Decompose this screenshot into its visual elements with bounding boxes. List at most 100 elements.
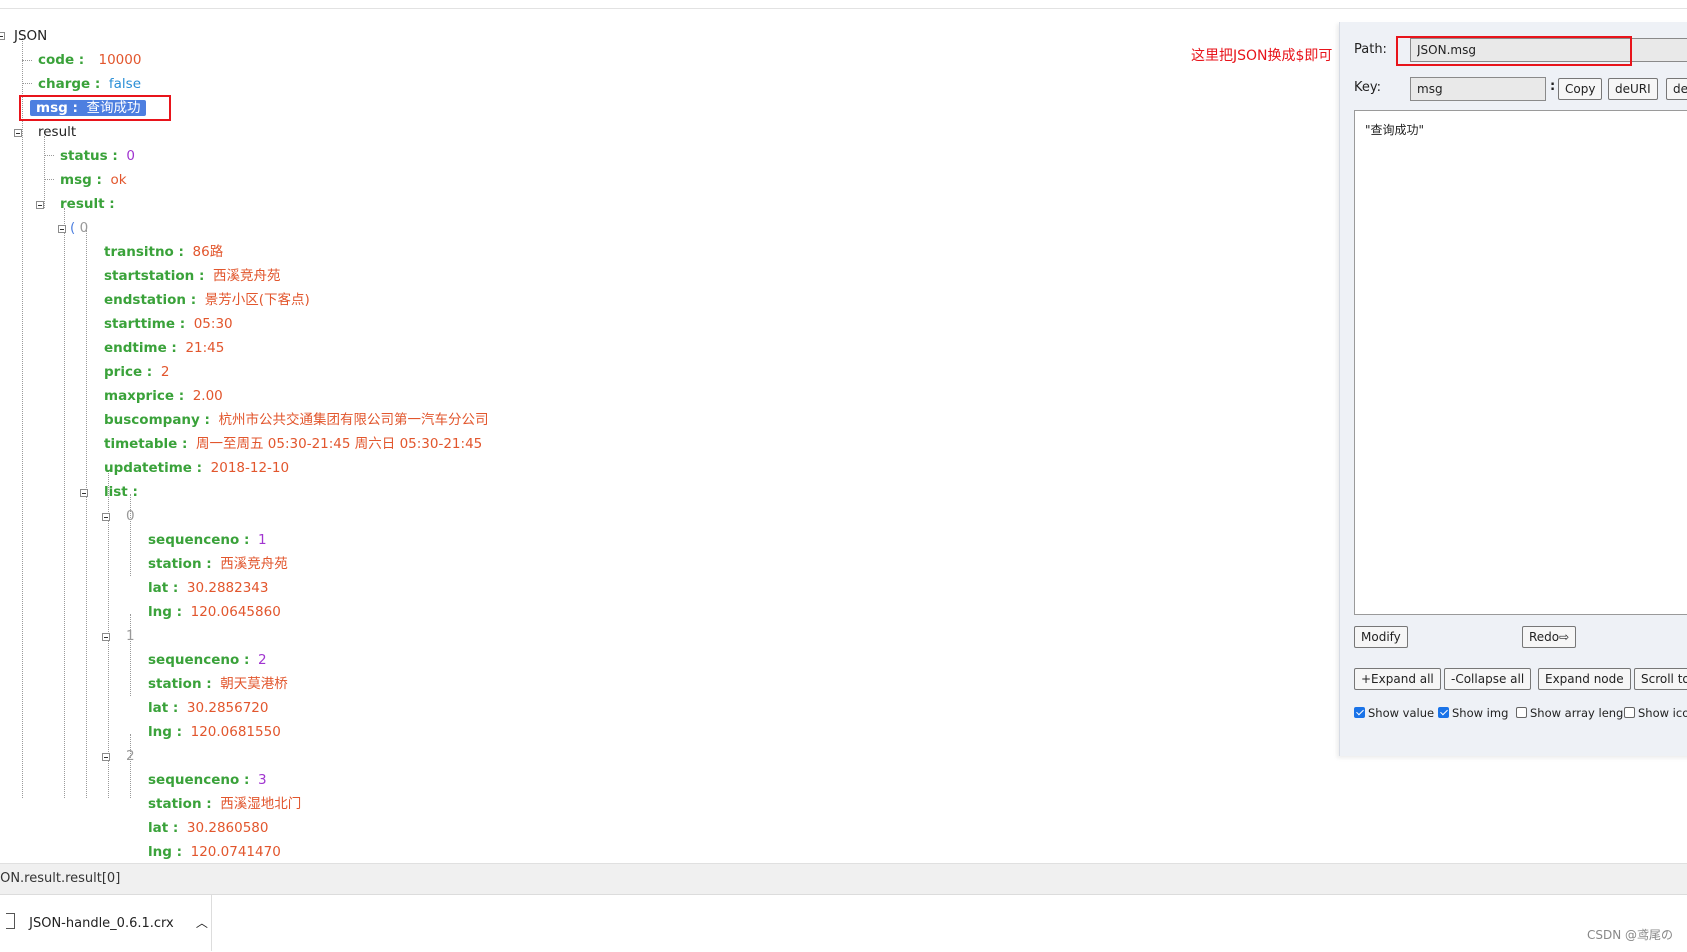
list-item-sequenceno[interactable]: sequenceno : 1 <box>148 529 267 551</box>
list-index[interactable]: 1 <box>126 625 135 647</box>
list-item-lng[interactable]: lng : 120.0681550 <box>148 721 281 743</box>
node-key: status : <box>60 148 118 164</box>
node-value: 2018-12-10 <box>210 460 290 476</box>
checkbox-label: Show ico <box>1638 706 1687 720</box>
node-value: 西溪湿地北门 <box>220 796 302 812</box>
show-array-length-checkbox[interactable]: Show array leng <box>1516 706 1623 720</box>
deuri-button[interactable]: deURI <box>1608 78 1658 100</box>
node-index: 2 <box>126 748 135 764</box>
node-key: sequenceno : <box>148 652 250 668</box>
key-input[interactable] <box>1410 77 1546 101</box>
decode-button[interactable]: de <box>1666 78 1687 100</box>
node-value: 3 <box>257 772 267 788</box>
node-key: endstation : <box>104 292 197 308</box>
node-list[interactable]: list : <box>104 481 138 503</box>
list-item-lng[interactable]: lng : 120.0741470 <box>148 841 281 863</box>
key-label: Key: <box>1354 80 1382 95</box>
node-value: 10000 <box>98 52 142 68</box>
node-charge[interactable]: charge : false <box>38 73 141 95</box>
node-value: 05:30 <box>193 316 233 332</box>
node-key: lat : <box>148 580 179 596</box>
node-result[interactable]: result <box>38 121 76 143</box>
node-value: false <box>108 76 142 92</box>
collapse-toggle-list[interactable] <box>80 489 88 497</box>
node-value: 120.0645860 <box>190 604 281 620</box>
node-updatetime[interactable]: updatetime : 2018-12-10 <box>104 457 289 479</box>
node-endtime[interactable]: endtime : 21:45 <box>104 337 224 359</box>
list-item-sequenceno[interactable]: sequenceno : 2 <box>148 649 267 671</box>
node-value: 2 <box>160 364 170 380</box>
copy-button[interactable]: Copy <box>1558 78 1603 100</box>
node-code[interactable]: code : 10000 <box>38 49 141 71</box>
checkbox-unchecked-icon[interactable] <box>1516 707 1527 718</box>
list-item-station[interactable]: station : 朝天莫港桥 <box>148 673 288 695</box>
node-key: lat : <box>148 820 179 836</box>
collapse-toggle-idx0[interactable] <box>58 225 66 233</box>
list-item-station[interactable]: station : 西溪竞舟苑 <box>148 553 288 575</box>
node-key: transitno : <box>104 244 184 260</box>
node-key: lng : <box>148 604 183 620</box>
checkbox-checked-icon[interactable] <box>1438 707 1449 718</box>
node-timetable[interactable]: timetable : 周一至周五 05:30-21:45 周六日 05:30-… <box>104 433 482 455</box>
node-transitno[interactable]: transitno : 86路 <box>104 241 223 263</box>
node-key: code : <box>38 52 85 68</box>
node-value: 30.2882343 <box>186 580 269 596</box>
node-price[interactable]: price : 2 <box>104 361 169 383</box>
node-status[interactable]: status : 0 <box>60 145 135 167</box>
node-value: 120.0681550 <box>190 724 281 740</box>
show-img-checkbox[interactable]: Show img <box>1438 706 1508 720</box>
tree-root[interactable]: JSON <box>14 25 47 47</box>
download-item[interactable]: JSON-handle_0.6.1.crx ︿ <box>0 895 212 951</box>
collapse-toggle-list-0[interactable] <box>102 513 110 521</box>
node-index-0[interactable]: ( 0 <box>70 217 88 239</box>
node-result2[interactable]: result : <box>60 193 115 215</box>
list-item-lat[interactable]: lat : 30.2882343 <box>148 577 268 599</box>
list-item-lat[interactable]: lat : 30.2860580 <box>148 817 268 839</box>
status-bar: JSON.result.result[0] <box>0 863 1687 894</box>
scroll-to-button[interactable]: Scroll to <box>1634 668 1687 690</box>
collapse-all-button[interactable]: -Collapse all <box>1444 668 1532 690</box>
value-textarea[interactable]: "查询成功" <box>1354 110 1687 615</box>
list-item-station[interactable]: station : 西溪湿地北门 <box>148 793 301 815</box>
downloads-bar: JSON-handle_0.6.1.crx ︿ <box>0 894 1687 951</box>
node-value: 2.00 <box>192 388 223 404</box>
modify-button[interactable]: Modify <box>1354 626 1408 648</box>
node-starttime[interactable]: starttime : 05:30 <box>104 313 233 335</box>
node-value: 86路 <box>192 244 224 260</box>
node-value: ok <box>110 172 127 188</box>
node-value: 朝天莫港桥 <box>220 676 288 692</box>
collapse-toggle-result2[interactable] <box>36 201 44 209</box>
tree-line <box>22 60 32 61</box>
node-startstation[interactable]: startstation : 西溪竞舟苑 <box>104 265 280 287</box>
collapse-toggle-result[interactable] <box>14 129 22 137</box>
list-item-lat[interactable]: lat : 30.2856720 <box>148 697 268 719</box>
node-msg2[interactable]: msg : ok <box>60 169 127 191</box>
collapse-toggle-list-1[interactable] <box>102 633 110 641</box>
node-index: 1 <box>126 628 135 644</box>
show-value-checkbox[interactable]: Show value <box>1354 706 1434 720</box>
node-endstation[interactable]: endstation : 景芳小区(下客点) <box>104 289 310 311</box>
chevron-up-icon[interactable]: ︿ <box>196 916 208 930</box>
node-key: station : <box>148 556 212 572</box>
checkbox-unchecked-icon[interactable] <box>1624 707 1635 718</box>
tree-line <box>64 208 65 798</box>
node-maxprice[interactable]: maxprice : 2.00 <box>104 385 223 407</box>
redo-button[interactable]: Redo⇨ <box>1522 626 1577 648</box>
node-key: price : <box>104 364 153 380</box>
expand-node-button[interactable]: Expand node <box>1538 668 1631 690</box>
collapse-toggle-list-2[interactable] <box>102 753 110 761</box>
node-buscompany[interactable]: buscompany : 杭州市公共交通集团有限公司第一汽车分公司 <box>104 409 489 431</box>
list-item-sequenceno[interactable]: sequenceno : 3 <box>148 769 267 791</box>
show-icon-checkbox[interactable]: Show ico <box>1624 706 1687 720</box>
node-key: station : <box>148 676 212 692</box>
download-filename: JSON-handle_0.6.1.crx <box>29 916 174 931</box>
collapse-toggle-root[interactable] <box>0 32 5 40</box>
expand-all-button[interactable]: +Expand all <box>1354 668 1441 690</box>
list-index[interactable]: 0 <box>126 505 135 527</box>
checkbox-checked-icon[interactable] <box>1354 707 1365 718</box>
list-item-lng[interactable]: lng : 120.0645860 <box>148 601 281 623</box>
node-index: 0 <box>126 508 135 524</box>
list-index[interactable]: 2 <box>126 745 135 767</box>
path-highlight-box <box>1396 36 1632 66</box>
node-key: charge : <box>38 76 101 92</box>
